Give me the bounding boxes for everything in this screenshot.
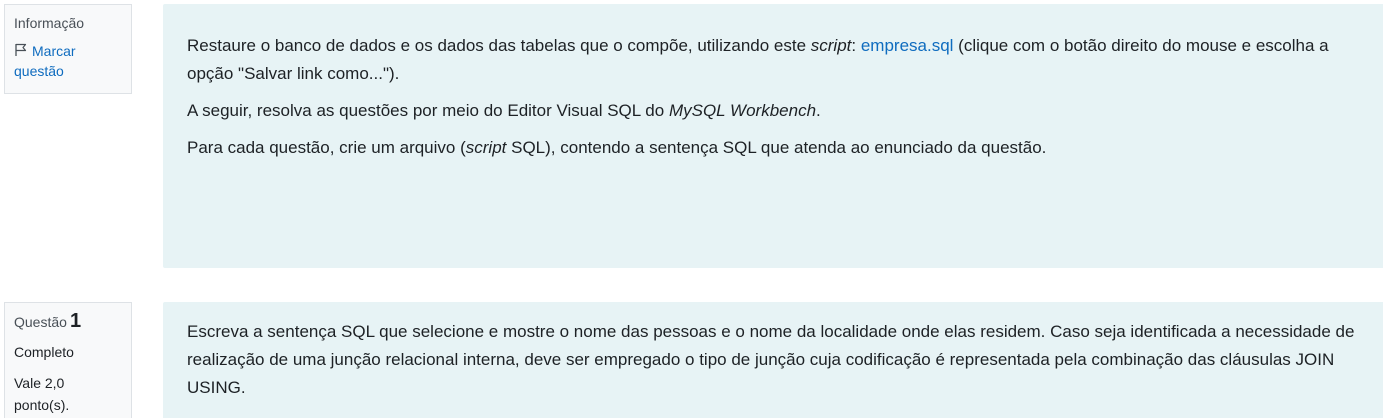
flag-icon	[14, 42, 28, 56]
info-title: Informação	[14, 15, 85, 31]
question-content: Escreva a sentença SQL que selecione e m…	[163, 302, 1383, 418]
quiz-page: Informação Marcar questão Restaure o ban…	[0, 0, 1383, 418]
question-text: Escreva a sentença SQL que selecione e m…	[187, 322, 1355, 397]
question-info-panel: Questão 1 Completo Vale 2,0 ponto(s).	[4, 302, 132, 418]
script-emphasis-2: script	[465, 138, 507, 157]
flag-question-link[interactable]: Marcar questão	[14, 41, 122, 81]
question-grade: Vale 2,0 ponto(s).	[14, 375, 70, 413]
script-emphasis: script	[810, 36, 852, 55]
info-panel: Informação Marcar questão	[4, 4, 132, 94]
empresa-sql-link[interactable]: empresa.sql	[861, 36, 954, 55]
intro-content: Restaure o banco de dados e os dados das…	[163, 4, 1383, 268]
intro-paragraph-3: Para cada questão, crie um arquivo (scri…	[187, 138, 1047, 157]
workbench-emphasis: MySQL Workbench	[668, 101, 817, 120]
question-number: Questão 1	[14, 310, 82, 332]
question-state: Completo	[14, 344, 74, 360]
question-number-value: 1	[69, 310, 82, 332]
intro-paragraph-1: Restaure o banco de dados e os dados das…	[187, 36, 1329, 83]
intro-paragraph-2: A seguir, resolva as questões por meio d…	[187, 101, 821, 120]
